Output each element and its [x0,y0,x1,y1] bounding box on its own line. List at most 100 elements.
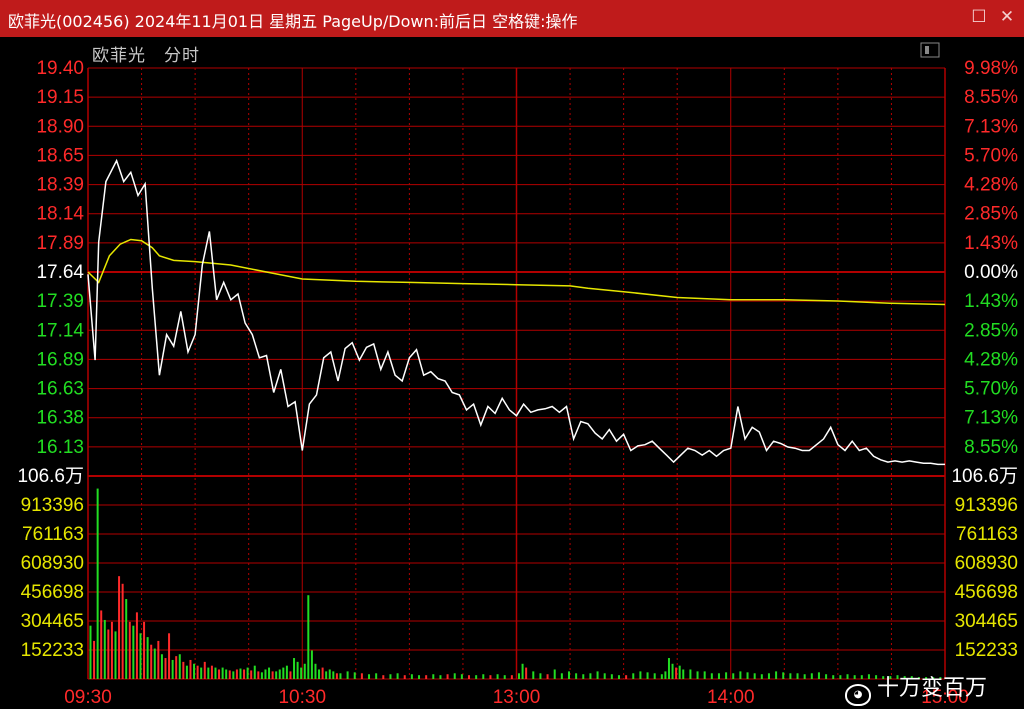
title-bar: 欧菲光(002456) 2024年11月01日 星期五 PageUp/Down:… [0,0,1024,37]
volume-bar [432,674,435,679]
price-tick-label: 17.89 [36,233,84,254]
chart-grid [87,67,946,680]
volume-bar [321,667,324,679]
volume-bar [803,674,806,679]
pct-tick-label: 7.13% [964,408,1018,429]
volume-bar [389,674,392,679]
price-tick-label: 19.40 [36,58,84,79]
pct-tick-label: 4.28% [964,175,1018,196]
volume-bar [103,619,106,679]
volume-bar [582,674,585,679]
watermark-text: 十万变百万 [877,676,988,701]
volume-bar [328,669,331,679]
volume-bar [121,583,124,679]
volume-bar [460,674,463,679]
volume-bar [100,610,103,679]
volume-tick-label-right: 106.6万 [951,466,1018,487]
volume-bar [293,658,296,679]
volume-tick-label-right: 152233 [955,640,1018,661]
volume-bar [335,673,338,679]
volume-bar [646,672,649,679]
volume-bar [832,675,835,679]
volume-bar [243,669,246,679]
pct-tick-label: 5.70% [964,379,1018,400]
volume-bar [632,673,635,679]
price-tick-label: 18.39 [36,175,84,196]
volume-bar [653,673,656,679]
price-tick-label: 19.15 [36,87,84,108]
volume-bar [560,673,563,679]
volume-bar [314,663,317,679]
volume-bar [489,675,492,679]
volume-bar [360,673,363,679]
volume-bar [567,671,570,679]
volume-bar [325,671,328,679]
volume-bar [178,654,181,679]
volume-bar [817,672,820,679]
price-tick-label: 18.90 [36,116,84,137]
volume-bar [185,665,188,679]
volume-bar [446,674,449,679]
volume-bar [496,674,499,679]
volume-bar [132,625,135,679]
close-button[interactable]: ✕ [996,6,1018,28]
volume-bar [207,667,210,679]
volume-bar [610,674,613,679]
pct-tick-label: 1.43% [964,291,1018,312]
volume-tick-label-right: 761163 [956,524,1018,545]
volume-bar [310,650,313,679]
volume-bar [107,629,110,679]
time-tick-label: 09:30 [64,687,112,708]
volume-bar [239,668,242,679]
volume-bar [664,671,667,679]
volume-tick-label: 304465 [21,611,84,632]
volume-bar [110,621,113,679]
volume-bar [250,670,253,679]
volume-bar [296,661,299,679]
volume-bar [339,673,342,679]
panel-toggle-icon[interactable] [920,42,940,58]
volume-bar [332,671,335,679]
volume-bar [246,667,249,679]
volume-bar [125,599,128,679]
volume-bar [164,658,167,679]
volume-bar [221,667,224,679]
panel-toggle-icon-fill [925,46,929,54]
volume-bar [810,673,813,679]
volume-bar [671,663,674,679]
volume-bar [128,621,131,679]
volume-bar [760,674,763,679]
volume-bar [639,671,642,679]
volume-bar [218,669,221,679]
volume-bar [118,576,121,679]
price-tick-label: 16.38 [36,408,84,429]
volume-bar [553,669,556,679]
volume-bar [196,665,199,679]
volume-tick-label: 106.6万 [17,466,84,487]
volume-bar [175,656,178,679]
volume-bar [521,663,524,679]
volume-bar [525,667,528,679]
volume-bar [625,675,628,679]
volume-bar [189,659,192,679]
volume-bar [232,671,235,679]
volume-bar [235,669,238,679]
volume-bar [214,667,217,679]
volume-bar [285,665,288,679]
volume-tick-label-right: 456698 [955,582,1018,603]
volume-bar [682,669,685,679]
watermark: ◕ 十万变百万 [845,670,987,706]
volume-tick-label: 608930 [21,553,84,574]
volume-bar [703,671,706,679]
volume-bar [410,674,413,679]
volume-bar [596,671,599,679]
volume-bar [510,675,513,679]
volume-bar [225,669,228,679]
volume-bar [725,672,728,679]
volume-bar [825,674,828,679]
maximize-button[interactable]: ☐ [968,6,990,28]
intraday-chart[interactable]: 19.40 19.15 18.90 18.65 18.39 18.14 17.89 17.64… [0,37,1024,709]
volume-tick-label-right: 913396 [955,495,1018,516]
volume-bar [839,675,842,679]
weibo-icon: ◕ [845,684,871,706]
